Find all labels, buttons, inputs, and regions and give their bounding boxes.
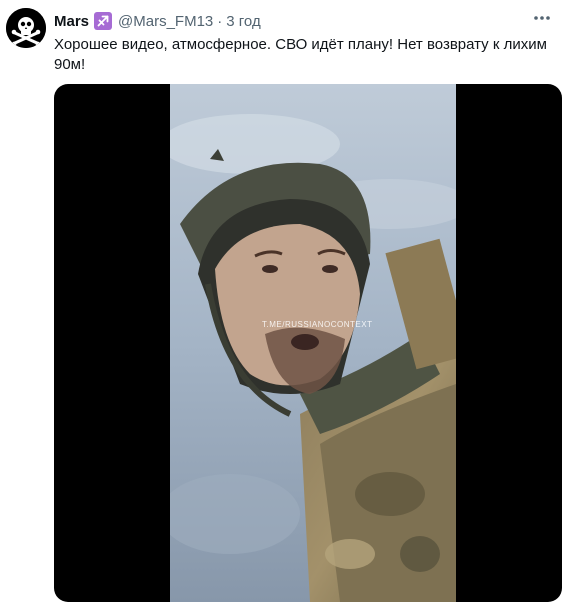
author-handle[interactable]: @Mars_FM13 [118,13,213,30]
separator-dot: · [217,12,223,30]
video-thumbnail [170,84,456,602]
video-player[interactable]: T.ME/RUSSIANOCONTEXT [54,84,562,602]
video-frame[interactable]: T.ME/RUSSIANOCONTEXT [170,84,456,602]
tweet[interactable]: Mars @Mars_FM13 · 3 год Хорошее видео, а… [0,0,562,607]
skull-crossbones-icon [6,8,46,48]
timestamp[interactable]: 3 год [226,13,260,30]
tweet-text: Хорошее видео, атмосферное. СВО идёт пла… [54,36,547,73]
tweet-header: Mars @Mars_FM13 · 3 год [54,11,261,31]
avatar[interactable] [6,8,46,48]
author-name[interactable]: Mars [54,13,89,30]
video-watermark: T.ME/RUSSIANOCONTEXT [262,320,373,329]
sagittarius-icon [94,12,113,30]
more-icon[interactable] [530,8,554,28]
